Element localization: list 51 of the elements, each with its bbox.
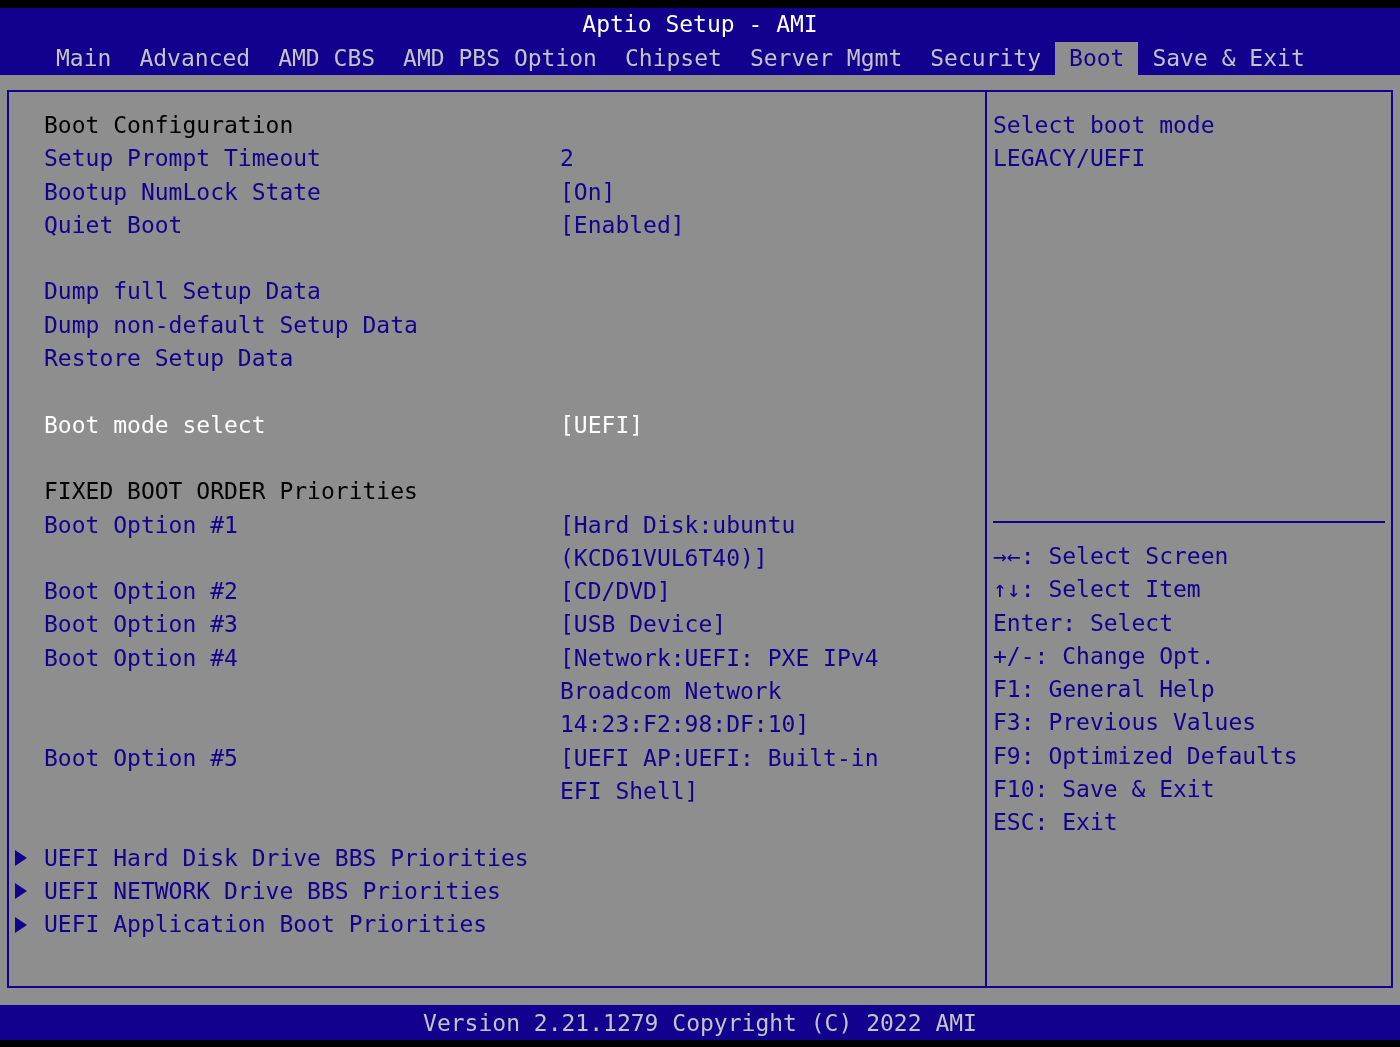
setting-value[interactable]: [USB Device]	[560, 608, 985, 642]
key-hint: →←: Select Screen	[993, 542, 1230, 571]
menu-tab[interactable]: AMD PBS Option	[389, 42, 611, 75]
key-hint: F3: Previous Values	[993, 708, 1258, 738]
triangle-icon	[15, 883, 27, 900]
setting-value[interactable]: [UEFI]	[560, 408, 985, 442]
submenu-item[interactable]: UEFI NETWORK Drive BBS Priorities	[44, 874, 562, 909]
key-hint: F1: General Help	[993, 675, 1216, 705]
version-text: Version 2.21.1279 Copyright (C) 2022 AMI	[423, 1009, 977, 1036]
key-hint: +/-: Change Opt.	[993, 641, 1216, 671]
setting-label[interactable]: Boot Option #2	[44, 575, 562, 609]
setting-value[interactable]: [On]	[560, 175, 985, 209]
section-heading: Boot Configuration	[44, 111, 295, 140]
key-hint: Enter: Select	[993, 608, 1174, 638]
submenu-item[interactable]: UEFI Hard Disk Drive BBS Priorities	[44, 841, 562, 875]
help-text: LEGACY/UEFI	[993, 144, 1147, 174]
setting-label[interactable]: Dump full Setup Data	[44, 275, 562, 309]
setting-label[interactable]: Boot Option #5	[44, 741, 562, 809]
menu-tab[interactable]: AMD CBS	[264, 42, 390, 75]
setting-label[interactable]: Boot Option #4	[44, 641, 562, 742]
setting-value[interactable]: [Hard Disk:ubuntu (KCD61VUL6T40)]	[560, 508, 985, 576]
menu-tab[interactable]: Advanced	[125, 42, 265, 75]
setting-label[interactable]: Boot Option #3	[44, 608, 562, 642]
menu-tab[interactable]: Main	[42, 42, 126, 75]
submenu-item[interactable]: UEFI Application Boot Priorities	[44, 908, 562, 942]
setting-value[interactable]: 2	[560, 142, 985, 176]
menu-tab[interactable]: Save & Exit	[1138, 42, 1319, 75]
setting-label[interactable]: Quiet Boot	[44, 208, 562, 243]
setting-label[interactable]: Dump non-default Setup Data	[44, 308, 562, 343]
section-heading: FIXED BOOT ORDER Priorities	[44, 477, 419, 507]
setting-label[interactable]: Setup Prompt Timeout	[44, 142, 562, 176]
setting-value[interactable]: [CD/DVD]	[560, 575, 985, 609]
key-hint: ↑↓: Select Item	[993, 575, 1202, 605]
setting-value[interactable]: [UEFI AP:UEFI: Built-in EFI Shell]	[560, 741, 985, 809]
triangle-icon	[15, 916, 27, 933]
setting-label[interactable]: Boot Option #1	[44, 508, 562, 576]
menu-tab[interactable]: Boot	[1055, 42, 1139, 75]
key-hint: ESC: Exit	[993, 808, 1119, 838]
setting-label[interactable]: Bootup NumLock State	[44, 175, 562, 209]
triangle-icon	[15, 850, 27, 867]
key-hint: F9: Optimized Defaults	[993, 741, 1299, 771]
setting-value[interactable]: [Enabled]	[560, 208, 985, 243]
menu-tab[interactable]: Server Mgmt	[735, 42, 917, 75]
setting-label[interactable]: Restore Setup Data	[44, 342, 562, 376]
setting-value[interactable]: [Network:UEFI: PXE IPv4 Broadcom Network 14:23:F2:98:DF:10]	[560, 641, 985, 742]
menu-tab[interactable]: Security	[916, 42, 1056, 75]
menu-tab[interactable]: Chipset	[611, 42, 736, 75]
help-text: Select boot mode	[993, 111, 1216, 140]
setting-label[interactable]: Boot mode select	[44, 408, 562, 442]
window-title: Aptio Setup - AMI	[582, 10, 818, 40]
key-hint: F10: Save & Exit	[993, 775, 1216, 805]
